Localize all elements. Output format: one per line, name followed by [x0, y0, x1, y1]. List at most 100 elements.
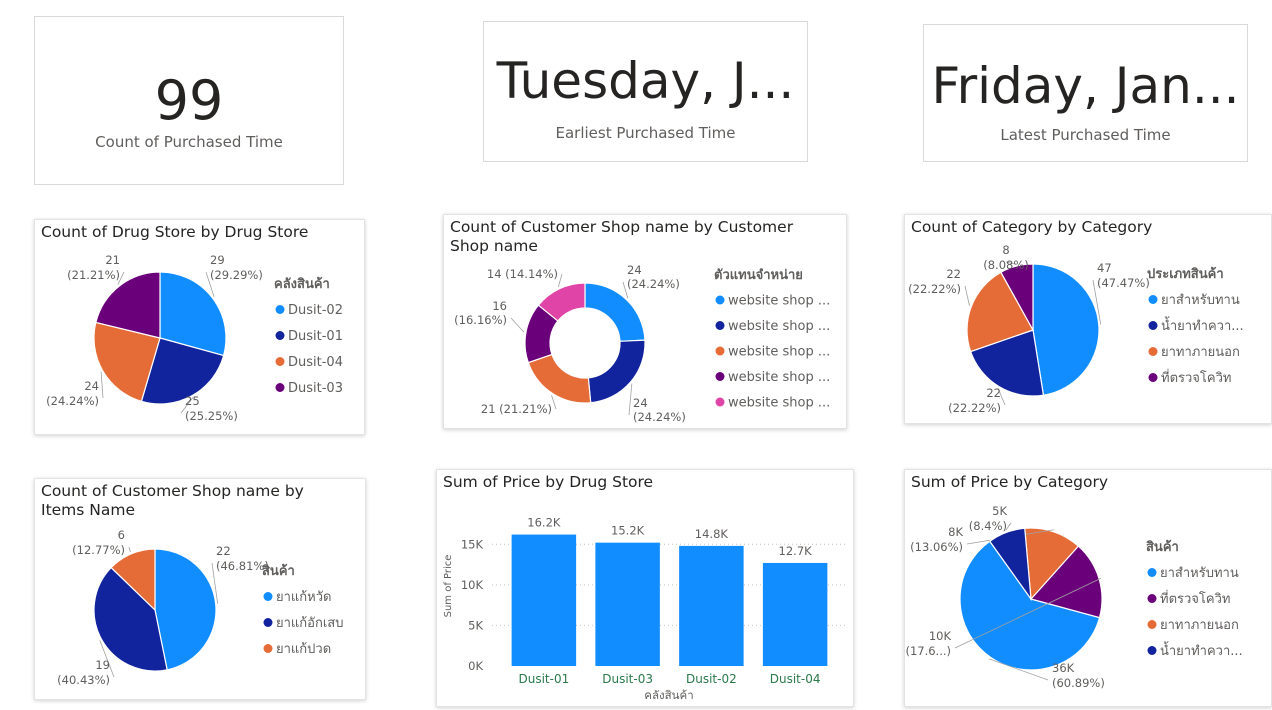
x-axis-title: คลังสินค้า — [644, 688, 693, 702]
leader-line — [551, 395, 557, 410]
x-tick-label: Dusit-03 — [602, 672, 653, 686]
legend-marker — [263, 618, 273, 627]
data-label: 22 — [216, 544, 231, 558]
y-tick-label: 0K — [468, 659, 483, 673]
chart-card-price-bar[interactable]: Sum of Price by Drug Store 0K 5K 10K 15K 16.… — [436, 469, 854, 707]
legend-marker — [1148, 347, 1158, 356]
data-label: 24 — [633, 396, 648, 410]
x-tick-label: Dusit-02 — [686, 672, 737, 686]
legend-item: Dusit-04 — [288, 355, 343, 370]
legend-marker — [1148, 321, 1158, 330]
bar-data-label: 14.8K — [695, 527, 729, 541]
legend-marker — [275, 305, 285, 314]
data-label-pct: (8.08%) — [983, 258, 1029, 272]
pie-slice — [154, 548, 217, 671]
legend-item: website shop ... — [728, 345, 830, 360]
legend-title: สินค้า — [262, 563, 295, 579]
category-pie-chart: 47(47.47%)22(22.22%)22(22.22%)8(8.08%)ปร… — [908, 243, 1244, 415]
data-label: 8K — [948, 525, 963, 539]
legend-item: ยาทาภายนอก — [1161, 345, 1240, 360]
kpi-card-count[interactable]: 99 Count of Purchased Time — [34, 16, 344, 185]
legend-title: คลังสินค้า — [274, 276, 330, 292]
bar-data-label: 12.7K — [779, 544, 813, 558]
legend-marker — [715, 397, 725, 407]
chart-card-drugstore[interactable]: Count of Drug Store by Drug Store 29 (29.… — [34, 219, 365, 435]
data-label-pct: (22.22%) — [908, 282, 961, 296]
legend-marker — [1147, 568, 1157, 577]
legend-item: ยาแก้ปวด — [276, 642, 331, 657]
legend-item: ที่ตรวจโควิท — [1160, 590, 1230, 607]
leader-line — [100, 371, 104, 399]
data-label: 47 — [1097, 261, 1112, 275]
chart-card-items[interactable]: Count of Customer Shop name by Items Nam… — [34, 478, 366, 700]
kpi-card-latest[interactable]: Friday, Jan... Latest Purchased Time — [923, 24, 1248, 162]
legend-marker — [263, 644, 273, 653]
data-label: 22 — [946, 267, 961, 281]
data-label-pct: (24.24%) — [633, 410, 686, 424]
chart-card-price-category[interactable]: Sum of Price by Category 36K (60.89%) 10K(… — [904, 469, 1272, 707]
legend-item: ยาแก้หวัด — [276, 590, 331, 605]
data-label: 24 — [84, 379, 99, 393]
items-pie-chart: 22(46.81%) 19(40.43%) 6(12.77%) สินค้ายาแก้… — [57, 528, 343, 687]
chart-card-shop[interactable]: Count of Customer Shop name by Customer … — [443, 214, 847, 429]
legend-item: น้ำยาทำควา... — [1161, 316, 1244, 334]
leader-line — [964, 285, 970, 306]
data-label: 29 — [210, 253, 225, 267]
legend-item: ที่ตรวจโควิท — [1161, 369, 1231, 386]
legend-marker — [715, 346, 725, 356]
data-label-pct: (17.6...) — [905, 644, 951, 658]
data-label: 24 — [627, 263, 642, 277]
legend-item: Dusit-01 — [288, 329, 343, 344]
legend-marker — [275, 383, 285, 392]
pie-slice — [1032, 263, 1100, 396]
data-label-pct: (24.24%) — [46, 394, 99, 408]
legend-item: ยาสำหรับทาน — [1160, 566, 1239, 581]
data-label-pct: (22.22%) — [948, 401, 1001, 415]
bar-data-label: 15.2K — [611, 524, 645, 538]
data-label: 16 — [492, 299, 507, 313]
legend-item: ยาสำหรับทาน — [1161, 293, 1240, 308]
data-label-pct: (16.16%) — [454, 313, 507, 327]
data-label-pct: (60.89%) — [1052, 676, 1105, 690]
leader-line — [628, 383, 633, 416]
kpi-card-earliest[interactable]: Tuesday, J... Earliest Purchased Time — [483, 21, 808, 162]
kpi-label: Count of Purchased Time — [95, 133, 283, 151]
price-bar-chart: 0K 5K 10K 15K 16.2K Dusit-01 15.2K Dusit-03 14.8… — [443, 516, 847, 702]
legend-item: website shop ... — [728, 370, 830, 385]
chart-card-category[interactable]: Count of Category by Category 47 (47.47%)… — [904, 214, 1272, 424]
kpi-value: 99 — [154, 69, 224, 132]
legend-marker — [275, 357, 285, 366]
legend-marker — [263, 592, 273, 601]
legend-item: Dusit-02 — [288, 303, 343, 318]
bar — [679, 545, 744, 666]
legend-title: ประเภทสินค้า — [1147, 266, 1224, 282]
data-label: 36K — [1052, 661, 1075, 675]
data-label: 8 — [1002, 243, 1009, 257]
data-label-pct: (29.29%) — [210, 268, 263, 282]
legend-title: ตัวแทนจำหน่าย — [714, 267, 803, 283]
data-label: 14 (14.14%) — [487, 267, 558, 281]
data-label-pct: (13.06%) — [910, 540, 963, 554]
pie-slice — [584, 282, 646, 342]
data-label-pct: (25.25%) — [185, 409, 238, 423]
data-label: 19 — [95, 658, 110, 672]
price-category-pie-chart: 36K(60.89%) 10K(17.6...) 8K(13.06%) 5K(8.4%… — [905, 504, 1243, 690]
leader-line — [557, 273, 563, 288]
legend-marker — [715, 372, 725, 381]
kpi-value: Tuesday, J... — [496, 52, 795, 110]
data-label: 6 — [118, 528, 125, 542]
bar — [595, 542, 660, 666]
legend-item: website shop ... — [728, 396, 830, 411]
y-axis-title: Sum of Price — [443, 555, 454, 618]
legend-item: website shop ... — [728, 294, 830, 309]
data-label: 10K — [929, 629, 952, 643]
data-label-pct: (46.81%) — [216, 559, 269, 573]
legend-marker — [275, 331, 285, 340]
y-tick-label: 15K — [461, 537, 484, 551]
legend-item: น้ำยาทำควา... — [1160, 641, 1243, 659]
data-label-pct: (8.4%) — [969, 519, 1007, 533]
legend-item: ยาแก้อักเสบ — [276, 616, 343, 631]
kpi-label: Latest Purchased Time — [1000, 126, 1171, 144]
legend-item: ยาทาภายนอก — [1160, 618, 1239, 633]
legend-marker — [1147, 620, 1157, 629]
